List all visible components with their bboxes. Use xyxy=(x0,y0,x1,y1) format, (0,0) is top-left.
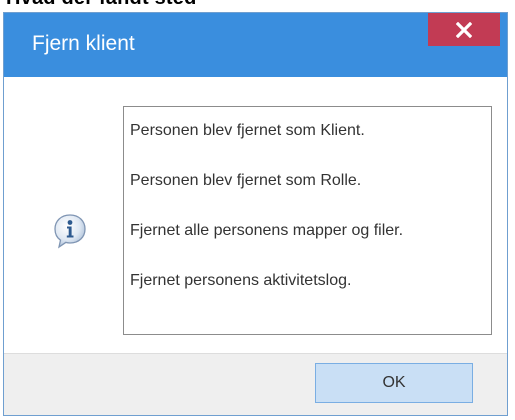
message-line: Personen blev fjernet som Rolle. xyxy=(130,172,362,189)
close-x-icon xyxy=(456,21,472,38)
dialog-content: Personen blev fjernet som Klient. Person… xyxy=(4,77,507,353)
remove-client-dialog: Fjern klient Personen blev fjernet som K… xyxy=(3,12,508,416)
message-line: Personen blev fjernet som Klient. xyxy=(130,122,365,139)
message-box: Personen blev fjernet som Klient. Person… xyxy=(123,106,492,335)
screenshot-page: Hvad der fandt sted Fjern klient xyxy=(0,0,515,420)
ok-button[interactable]: OK xyxy=(315,363,473,403)
page-heading-partial: Hvad der fandt sted xyxy=(6,0,197,10)
message-line: Fjernet alle personens mapper og filer. xyxy=(130,222,404,239)
message-line: Fjernet personens aktivitetslog. xyxy=(130,272,352,289)
dialog-title: Fjern klient xyxy=(32,32,135,55)
dialog-title-bar: Fjern klient xyxy=(4,13,507,77)
dialog-footer: OK xyxy=(4,353,507,415)
close-button[interactable] xyxy=(428,13,500,46)
information-icon xyxy=(54,214,86,249)
